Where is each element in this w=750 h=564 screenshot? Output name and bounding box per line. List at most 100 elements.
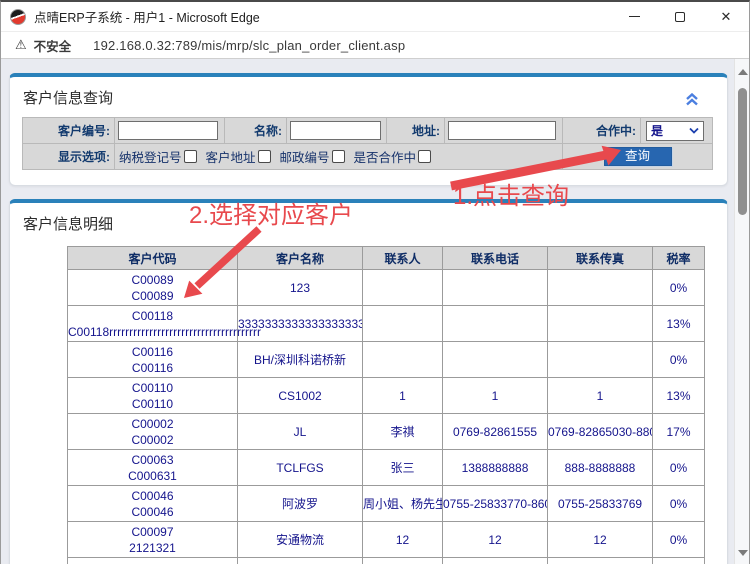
browser-window: 点晴ERP子系统 - 用户1 - Microsoft Edge ✕ ⚠ 不安全 … xyxy=(0,0,750,564)
cell-customer-code: C00118 C00118rrrrrrrrrrrrrrrrrrrrrrrrrrr… xyxy=(68,306,238,342)
customer-table-body: C00089 C00089 123 0% C00118 C00118rrrrrr… xyxy=(68,270,705,564)
coop-status-checkbox[interactable] xyxy=(418,150,431,163)
cell-contact xyxy=(363,270,443,306)
cell-customer-name: JL xyxy=(238,414,363,450)
cell-customer-name: 佳力电子（东莞）有限公司 xyxy=(238,558,363,564)
cell-tax-rate: 0% xyxy=(653,558,705,564)
cell-contact: 张三 xyxy=(363,450,443,486)
cell-fax xyxy=(548,306,653,342)
coop-select-value: 是 xyxy=(651,122,663,139)
cell-customer-code: C00097 2121321 xyxy=(68,522,238,558)
cell-tax-rate: 0% xyxy=(653,342,705,378)
table-row[interactable]: C00046 C00046 阿波罗 周小姐、杨先生 0755-25833770-… xyxy=(68,486,705,522)
name-label: 名称: xyxy=(225,118,287,144)
cell-fax xyxy=(548,558,653,564)
customer-code-label: 客户编号: xyxy=(23,118,115,144)
chevron-double-up-icon[interactable] xyxy=(685,93,699,111)
coop-label: 合作中: xyxy=(563,118,641,144)
customer-table-header: 客户代码 客户名称 联系人 联系电话 联系传真 税率 xyxy=(68,247,705,270)
window-controls: ✕ xyxy=(611,2,749,32)
cell-customer-name: CS1002 xyxy=(238,378,363,414)
not-secure-warning-icon: ⚠ xyxy=(15,37,27,53)
display-options-label: 显示选项: xyxy=(23,144,115,170)
table-row[interactable]: C00118 C00118rrrrrrrrrrrrrrrrrrrrrrrrrrr… xyxy=(68,306,705,342)
cell-phone xyxy=(443,270,548,306)
maximize-icon xyxy=(675,12,685,22)
scrollbar-thumb[interactable] xyxy=(738,88,747,215)
table-row[interactable]: C00002 C00002 JL 李祺 0769-82861555 0769-8… xyxy=(68,414,705,450)
cell-customer-code: C00046 C00046 xyxy=(68,486,238,522)
close-button[interactable]: ✕ xyxy=(703,2,749,32)
cell-fax: 888-8888888 xyxy=(548,450,653,486)
cell-contact: 12 xyxy=(363,522,443,558)
cell-phone: 0769-82861555 xyxy=(443,414,548,450)
cell-customer-name: 123 xyxy=(238,270,363,306)
address-bar: ⚠ 不安全 192.168.0.32:789/mis/mrp/slc_plan_… xyxy=(1,32,749,59)
customer-code-input[interactable] xyxy=(118,121,218,140)
cell-fax: 0755-25833769 xyxy=(548,486,653,522)
minimize-button[interactable] xyxy=(611,2,657,32)
search-button[interactable]: 查询 xyxy=(604,147,672,166)
url-field[interactable]: 192.168.0.32:789/mis/mrp/slc_plan_order_… xyxy=(93,38,405,53)
window-title: 点晴ERP子系统 - 用户1 - Microsoft Edge xyxy=(34,7,260,26)
customer-address-checkbox[interactable] xyxy=(258,150,271,163)
display-options: 纳税登记号 客户地址 邮政编号 是否合作中 xyxy=(115,147,562,166)
address-input[interactable] xyxy=(448,121,556,140)
cell-tax-rate: 0% xyxy=(653,522,705,558)
coop-select[interactable]: 是 xyxy=(646,121,704,141)
cell-phone: 13999779199 xyxy=(443,558,548,564)
table-row[interactable]: C1208023974 佳力电子（东莞）有限公司 13999779199 0% xyxy=(68,558,705,564)
table-row[interactable]: C00097 2121321 安通物流 12 12 12 0% xyxy=(68,522,705,558)
cell-contact: 李祺 xyxy=(363,414,443,450)
tax-registration-checkbox[interactable] xyxy=(184,150,197,163)
scroll-up-icon[interactable] xyxy=(738,69,748,75)
table-row[interactable]: C00089 C00089 123 0% xyxy=(68,270,705,306)
minimize-icon xyxy=(629,16,640,17)
cell-customer-name: 安通物流 xyxy=(238,522,363,558)
cell-fax: 12 xyxy=(548,522,653,558)
table-row[interactable]: C00063 C000631 TCLFGS 张三 1388888888 888-… xyxy=(68,450,705,486)
table-row[interactable]: C00110 C00110 CS1002 1 1 1 13% xyxy=(68,378,705,414)
cell-customer-code: C00089 C00089 xyxy=(68,270,238,306)
annotation-step1: 1.点击查询 xyxy=(453,176,569,211)
cell-tax-rate: 13% xyxy=(653,306,705,342)
table-row[interactable]: C00116 C00116 BH/深圳科诺桥新 0% xyxy=(68,342,705,378)
query-form: 客户编号: 名称: 地址: 合作中: 是 显示选项: xyxy=(22,117,713,170)
postal-code-checkbox[interactable] xyxy=(332,150,345,163)
col-customer-code: 客户代码 xyxy=(68,247,238,270)
option-tax-registration-label: 纳税登记号 xyxy=(119,147,182,166)
cell-phone: 1388888888 xyxy=(443,450,548,486)
scroll-down-icon[interactable] xyxy=(738,550,748,556)
name-input[interactable] xyxy=(290,121,381,140)
cell-customer-code: C00116 C00116 xyxy=(68,342,238,378)
cell-customer-name: BH/深圳科诺桥新 xyxy=(238,342,363,378)
cell-contact xyxy=(363,342,443,378)
option-postal-code-label: 邮政编号 xyxy=(280,147,330,166)
cell-contact xyxy=(363,306,443,342)
vertical-scrollbar[interactable] xyxy=(734,59,749,564)
detail-panel: 客户信息明细 客户代码 客户名称 联系人 联系电话 联系传真 税率 C00089… xyxy=(9,199,728,564)
cell-tax-rate: 0% xyxy=(653,486,705,522)
cell-phone xyxy=(443,306,548,342)
maximize-button[interactable] xyxy=(657,2,703,32)
query-panel-title: 客户信息查询 xyxy=(10,77,727,108)
cell-phone: 12 xyxy=(443,522,548,558)
page-content: 客户信息查询 客户编号: 名称: 地址: 合作中: 是 xyxy=(1,59,749,564)
chevron-down-icon xyxy=(689,127,699,134)
col-phone: 联系电话 xyxy=(443,247,548,270)
cell-tax-rate: 0% xyxy=(653,450,705,486)
cell-phone: 1 xyxy=(443,378,548,414)
cell-fax xyxy=(548,342,653,378)
detail-panel-title: 客户信息明细 xyxy=(10,203,727,234)
cell-fax: 1 xyxy=(548,378,653,414)
cell-customer-name: 阿波罗 xyxy=(238,486,363,522)
security-label: 不安全 xyxy=(34,36,72,55)
cell-fax: 0769-82865030-880 xyxy=(548,414,653,450)
cell-tax-rate: 17% xyxy=(653,414,705,450)
col-tax-rate: 税率 xyxy=(653,247,705,270)
cell-contact xyxy=(363,558,443,564)
cell-customer-code: C00063 C000631 xyxy=(68,450,238,486)
cell-customer-code: C00002 C00002 xyxy=(68,414,238,450)
annotation-step2: 2.选择对应客户 xyxy=(189,195,353,230)
col-fax: 联系传真 xyxy=(548,247,653,270)
